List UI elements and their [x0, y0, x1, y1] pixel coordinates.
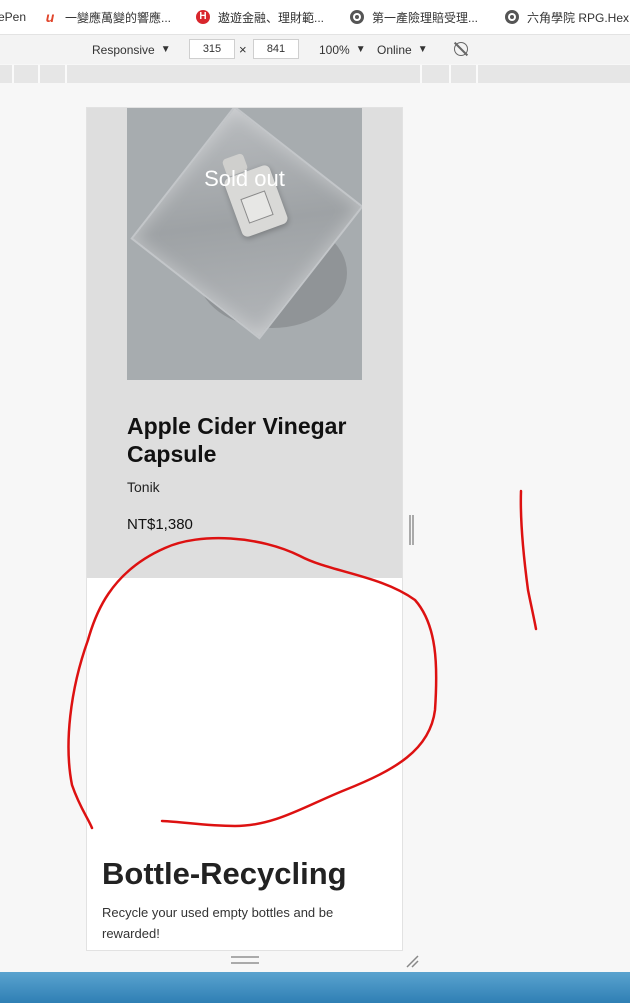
- bookmark-hexschool[interactable]: 六角學院 RPG.Hex...: [505, 0, 630, 34]
- globe-icon: [505, 10, 519, 24]
- media-query-tick: [449, 65, 451, 83]
- sold-out-badge: Sold out: [204, 166, 285, 191]
- resize-handle-right[interactable]: [409, 515, 414, 545]
- rotate-icon[interactable]: [454, 42, 468, 56]
- globe-icon: [350, 10, 364, 24]
- product-vendor: Tonik: [127, 479, 160, 495]
- product-card[interactable]: Sold out Apple Cider Vinegar Capsule Ton…: [87, 108, 402, 578]
- section-title: Bottle-Recycling: [102, 856, 347, 891]
- caret-down-icon: ▼: [355, 44, 366, 55]
- media-query-tick: [12, 65, 14, 83]
- network-label: Online: [377, 42, 412, 57]
- device-label: Responsive: [92, 42, 155, 57]
- annotation-stroke: [519, 489, 538, 631]
- caret-down-icon: ▼: [417, 44, 428, 55]
- zoom-label: 100%: [319, 42, 350, 57]
- media-query-tick: [476, 65, 478, 83]
- times-label: ×: [239, 42, 247, 57]
- os-taskbar: [0, 972, 630, 1003]
- bookmark-codepen[interactable]: ePen: [0, 0, 26, 34]
- product-title[interactable]: Apple Cider Vinegar Capsule: [127, 412, 377, 468]
- bookmark-label: 一變應萬變的響應...: [65, 10, 172, 25]
- product-price: NT$1,380: [127, 516, 193, 533]
- bookmark-label: 六角學院 RPG.Hex...: [527, 10, 630, 25]
- device-viewport: Sold out Apple Cider Vinegar Capsule Ton…: [87, 108, 402, 950]
- zoom-select[interactable]: 100% ▼: [319, 35, 366, 64]
- height-input[interactable]: 841: [253, 39, 299, 59]
- section-description: Recycle your used empty bottles and be r…: [102, 905, 334, 941]
- bookmark-insurance[interactable]: 第一產險理賠受理...: [350, 0, 478, 34]
- h-logo-icon: H: [196, 10, 210, 24]
- bookmarks-bar: ePen u 一變應萬變的響應... H 遨遊金融、理財範... 第一產險理賠受…: [0, 0, 630, 35]
- width-input[interactable]: 315: [189, 39, 235, 59]
- caret-down-icon: ▼: [160, 44, 171, 55]
- bookmark-label: ePen: [0, 10, 27, 24]
- media-query-bar[interactable]: [0, 65, 630, 83]
- bookmark-rwd[interactable]: u 一變應萬變的響應...: [43, 0, 171, 34]
- device-toolbar: Responsive ▼ 315 × 841 100% ▼ Online ▼: [0, 35, 630, 64]
- product-image[interactable]: Sold out: [127, 108, 362, 380]
- bookmark-label: 第一產險理賠受理...: [372, 10, 479, 25]
- resize-handle-corner[interactable]: [404, 953, 420, 969]
- device-select[interactable]: Responsive ▼: [92, 35, 171, 64]
- u-logo-icon: u: [45, 9, 55, 25]
- resize-handle-bottom[interactable]: [231, 956, 259, 964]
- network-select[interactable]: Online ▼: [377, 35, 428, 64]
- bookmark-finance[interactable]: H 遨遊金融、理財範...: [196, 0, 324, 34]
- media-query-tick: [65, 65, 67, 83]
- media-query-tick: [38, 65, 40, 83]
- media-query-tick: [420, 65, 422, 83]
- bookmark-label: 遨遊金融、理財範...: [218, 10, 325, 25]
